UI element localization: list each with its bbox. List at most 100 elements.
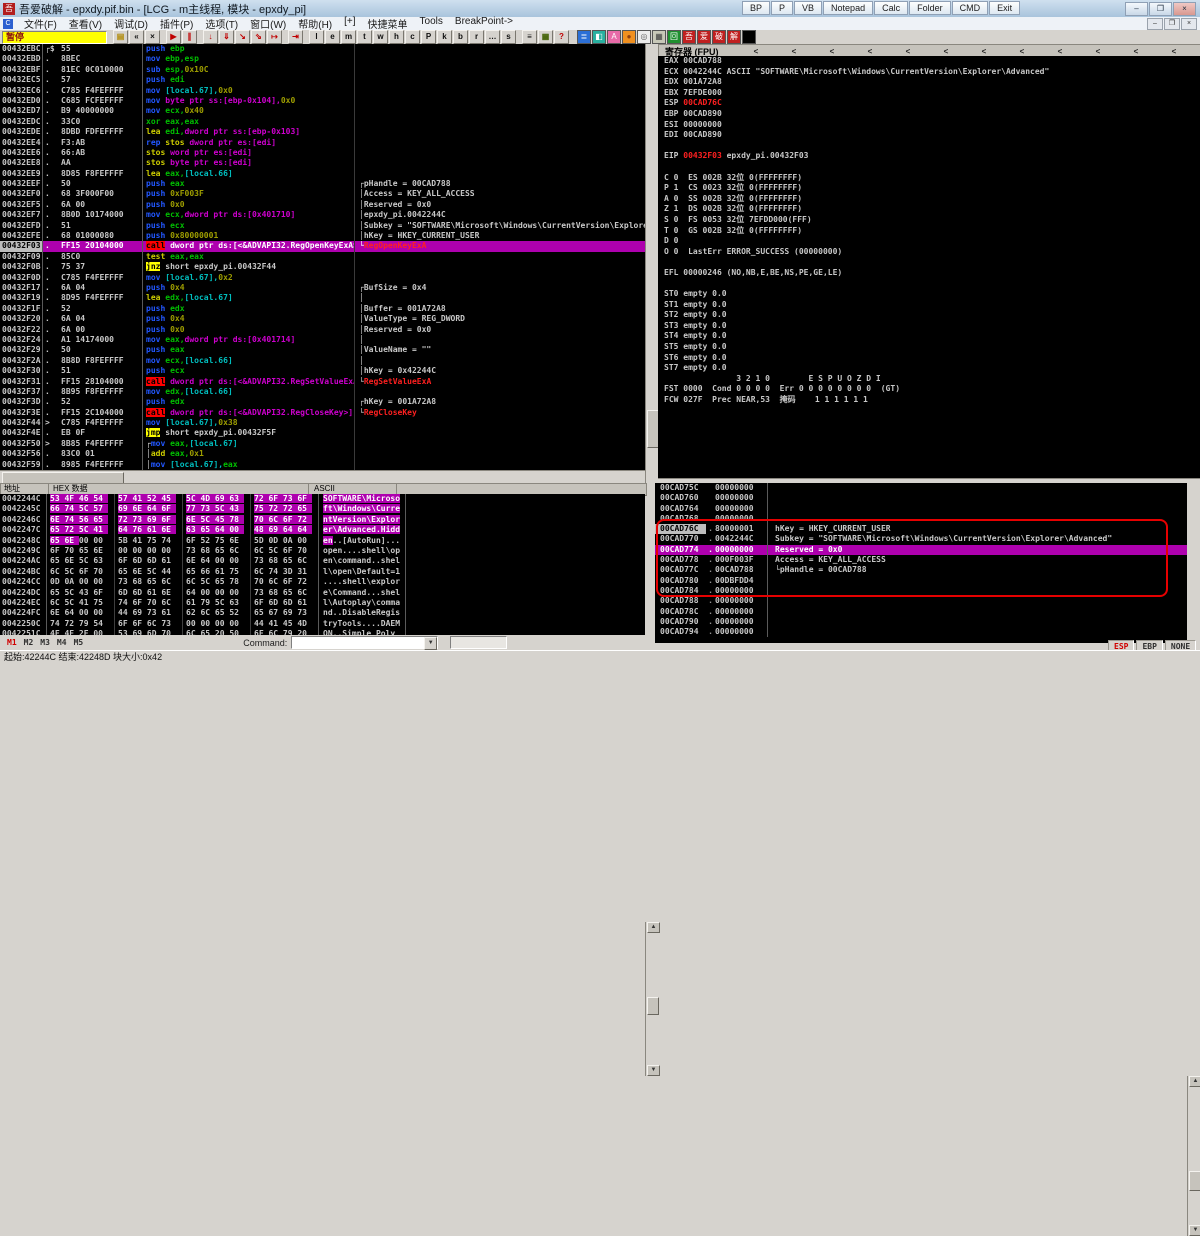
register-line[interactable]: T 0 GS 002B 32位 0(FFFFFFFF) [658, 226, 1200, 237]
toolbar-color-button[interactable]: ■ [742, 30, 756, 44]
stack-row[interactable]: 00CAD77C. 00CAD788 └pHandle = 00CAD788 [655, 565, 1187, 576]
menu-item[interactable]: 文件(F) [18, 16, 63, 31]
scroll-up-arrow[interactable]: ▲ [1189, 1076, 1200, 1087]
stack-row[interactable]: 00CAD788. 00000000 [655, 596, 1187, 607]
collapse-chevron-icon[interactable]: < [813, 47, 851, 56]
register-line[interactable]: C 0 ES 002B 32位 0(FFFFFFFF) [658, 173, 1200, 184]
register-line[interactable]: O 0 LastErr ERROR_SUCCESS (00000000) [658, 247, 1200, 258]
disasm-row[interactable]: 00432F44 > C785 F4FEFFFF mov [local.67],0x3… [0, 418, 645, 429]
toolbar-button[interactable]: m [341, 30, 356, 44]
disasm-row[interactable]: 00432F2A. 8B8D F8FEFFFF mov ecx,[local.66]… [0, 355, 645, 367]
stack-row[interactable]: 00CAD774. 00000000 Reserved = 0x0 [655, 544, 1187, 556]
disasm-row[interactable]: 00432EBC ┌$ 55 push ebp [0, 44, 645, 55]
disasm-vertical-scrollbar[interactable] [645, 44, 659, 483]
toolbar-color-button[interactable]: ≣ [577, 30, 591, 44]
toolbar-color-button[interactable]: 回 [667, 30, 681, 44]
stack-row[interactable]: 00CAD778. 000F003F Access = KEY_ALL_ACCESS [655, 555, 1187, 566]
register-line[interactable]: D 0 [658, 236, 1200, 247]
disasm-row[interactable]: 00432EF7. 8B0D 10174000 mov ecx,dword ptr … [0, 210, 645, 221]
vscroll-thumb[interactable] [1189, 1171, 1200, 1191]
disasm-row[interactable]: 00432F0D. C785 F4FEFFFF mov [local.67],0x2 [0, 272, 645, 283]
toolbar-button[interactable]: r [469, 30, 484, 44]
toolbar-color-button[interactable]: 吾 [682, 30, 696, 44]
memory-tab-m2[interactable]: M2 [24, 638, 34, 647]
command-input[interactable]: ▼ [291, 636, 439, 650]
memory-tab-m4[interactable]: M4 [57, 638, 67, 647]
mdi-minimize-button[interactable]: – [1147, 18, 1163, 30]
toolbar-button[interactable]: l [309, 30, 324, 44]
collapse-chevron-icon[interactable]: < [851, 47, 889, 56]
toolbar-button[interactable]: « [129, 30, 144, 44]
stack-row[interactable]: 00CAD764 00000000 [655, 503, 1187, 514]
dump-row[interactable]: 004224DC 65 5C 43 6F 6D 6D 61 6E 64 00 00… [0, 587, 645, 598]
toolbar-button[interactable]: s [501, 30, 516, 44]
dump-row[interactable]: 0042247C 65 72 5C 41 64 76 61 6E 63 65 64… [0, 525, 645, 536]
dump-row[interactable]: 0042248C 65 6E 00 00 5B 41 75 74 6F 52 75… [0, 535, 645, 546]
scroll-down-arrow[interactable]: ▼ [1189, 1225, 1200, 1236]
stack-row[interactable]: 00CAD770. 0042244C Subkey = "SOFTWARE\Micr… [655, 534, 1187, 545]
mdi-restore-button[interactable]: ❐ [1164, 18, 1180, 30]
register-line[interactable] [658, 162, 1200, 173]
disasm-row[interactable]: 00432EBD. 8BEC mov ebp,esp [0, 54, 645, 65]
toolbar-button[interactable]: ⇥ [288, 30, 303, 44]
toolbar-button[interactable]: P [421, 30, 436, 44]
menu-item[interactable]: 选项(T) [199, 16, 244, 31]
toolbar-color-button[interactable]: 解 [727, 30, 741, 44]
disasm-row[interactable]: 00432EE9. 8D85 F8FEFFFF lea eax,[local.66] [0, 168, 645, 180]
minimize-button[interactable]: – [1125, 2, 1148, 16]
stack-row[interactable]: 00CAD790. 00000000 [655, 616, 1187, 628]
register-line[interactable]: P 1 CS 0023 32位 0(FFFFFFFF) [658, 183, 1200, 194]
disasm-row[interactable]: 00432F3D. 52 push edx ┌hKey = 001A72A8 [0, 397, 645, 408]
titlebar-button-calc[interactable]: Calc [874, 1, 909, 15]
titlebar-button-exit[interactable]: Exit [989, 1, 1021, 15]
menu-item[interactable]: [+] [338, 16, 361, 31]
collapse-chevron-icon[interactable]: < [1003, 47, 1041, 56]
disasm-horizontal-scrollbar[interactable] [0, 470, 645, 484]
titlebar-button-cmd[interactable]: CMD [951, 1, 989, 15]
toolbar-button[interactable]: ⇓ [219, 30, 234, 44]
scroll-down-arrow[interactable]: ▼ [647, 1065, 660, 1076]
register-line[interactable]: 3 2 1 0 E S P U O Z D I [658, 374, 1200, 385]
collapse-chevron-icon[interactable]: < [927, 47, 965, 56]
register-line[interactable] [658, 141, 1200, 152]
disasm-row[interactable]: 00432F03. FF15 20104000 call dword ptr ds:… [0, 241, 645, 252]
disasm-row[interactable]: 00432EFE. 68 01000080 push 0x80000001 │hKey… [0, 231, 645, 242]
toolbar-button[interactable]: ↦ [267, 30, 282, 44]
toolbar-button[interactable]: ∥ [182, 30, 197, 44]
register-line[interactable] [658, 278, 1200, 289]
toolbar-button[interactable]: ▤ [113, 30, 128, 44]
maximize-button[interactable]: ❐ [1149, 2, 1172, 16]
register-line[interactable]: ESP 00CAD76C [658, 98, 1200, 109]
titlebar-button-notepad[interactable]: Notepad [823, 1, 874, 15]
collapse-chevron-icon[interactable]: < [889, 47, 927, 56]
menu-item[interactable]: Tools [414, 16, 449, 31]
toolbar-button[interactable]: t [357, 30, 372, 44]
toolbar-button[interactable]: ▶ [166, 30, 181, 44]
toolbar-color-button[interactable]: A [607, 30, 621, 44]
register-line[interactable]: EIP 00432F03 epxdy_pi.00432F03 [658, 151, 1200, 162]
menu-item[interactable]: 窗口(W) [244, 16, 292, 31]
toolbar-button[interactable]: h [389, 30, 404, 44]
vscroll-thumb[interactable] [647, 997, 659, 1015]
hex-dump-pane[interactable]: 0042244C 53 4F 46 54 57 41 52 45 5C 4D 69… [0, 494, 645, 637]
titlebar-button-bp[interactable]: BP [742, 1, 771, 15]
disasm-row[interactable]: 00432F4E. EB 0F jmp short epxdy_pi.00432F5… [0, 428, 645, 439]
disasm-row[interactable]: 00432EBF. 81EC 0C010000 sub esp,0x10C [0, 64, 645, 76]
register-line[interactable]: ST1 empty 0.0 [658, 300, 1200, 311]
toolbar-color-button[interactable]: ▦ [652, 30, 666, 44]
disasm-row[interactable]: 00432EE6. 66:AB stos word ptr es:[edi] [0, 147, 645, 159]
dump-row[interactable]: 004224EC 6C 5C 41 75 74 6F 70 6C 61 79 5C… [0, 597, 645, 609]
disasm-row[interactable]: 00432F20. 6A 04 push 0x4 │ValueType = REG_D… [0, 314, 645, 325]
toolbar-button[interactable]: ↓ [203, 30, 218, 44]
register-line[interactable]: EBP 00CAD890 [658, 109, 1200, 120]
menu-item[interactable]: 查看(V) [63, 16, 108, 31]
dump-row[interactable]: 0042244C 53 4F 46 54 57 41 52 45 5C 4D 69… [0, 494, 645, 505]
disasm-row[interactable]: 00432EDC. 33C0 xor eax,eax [0, 116, 645, 128]
toolbar-button[interactable]: k [437, 30, 452, 44]
disasm-row[interactable]: 00432F30. 51 push ecx │hKey = 0x42244C [0, 366, 645, 377]
menu-item[interactable]: 插件(P) [154, 16, 199, 31]
registers-pane[interactable]: EAX 00CAD788 ECX 0042244C ASCII "SOFTWARE… [658, 56, 1200, 478]
collapse-chevron-icon[interactable]: < [737, 47, 775, 56]
register-line[interactable]: EBX 7EFDE000 [658, 88, 1200, 99]
disasm-row[interactable]: 00432F3E. FF15 2C104000 call dword ptr ds:… [0, 407, 645, 419]
